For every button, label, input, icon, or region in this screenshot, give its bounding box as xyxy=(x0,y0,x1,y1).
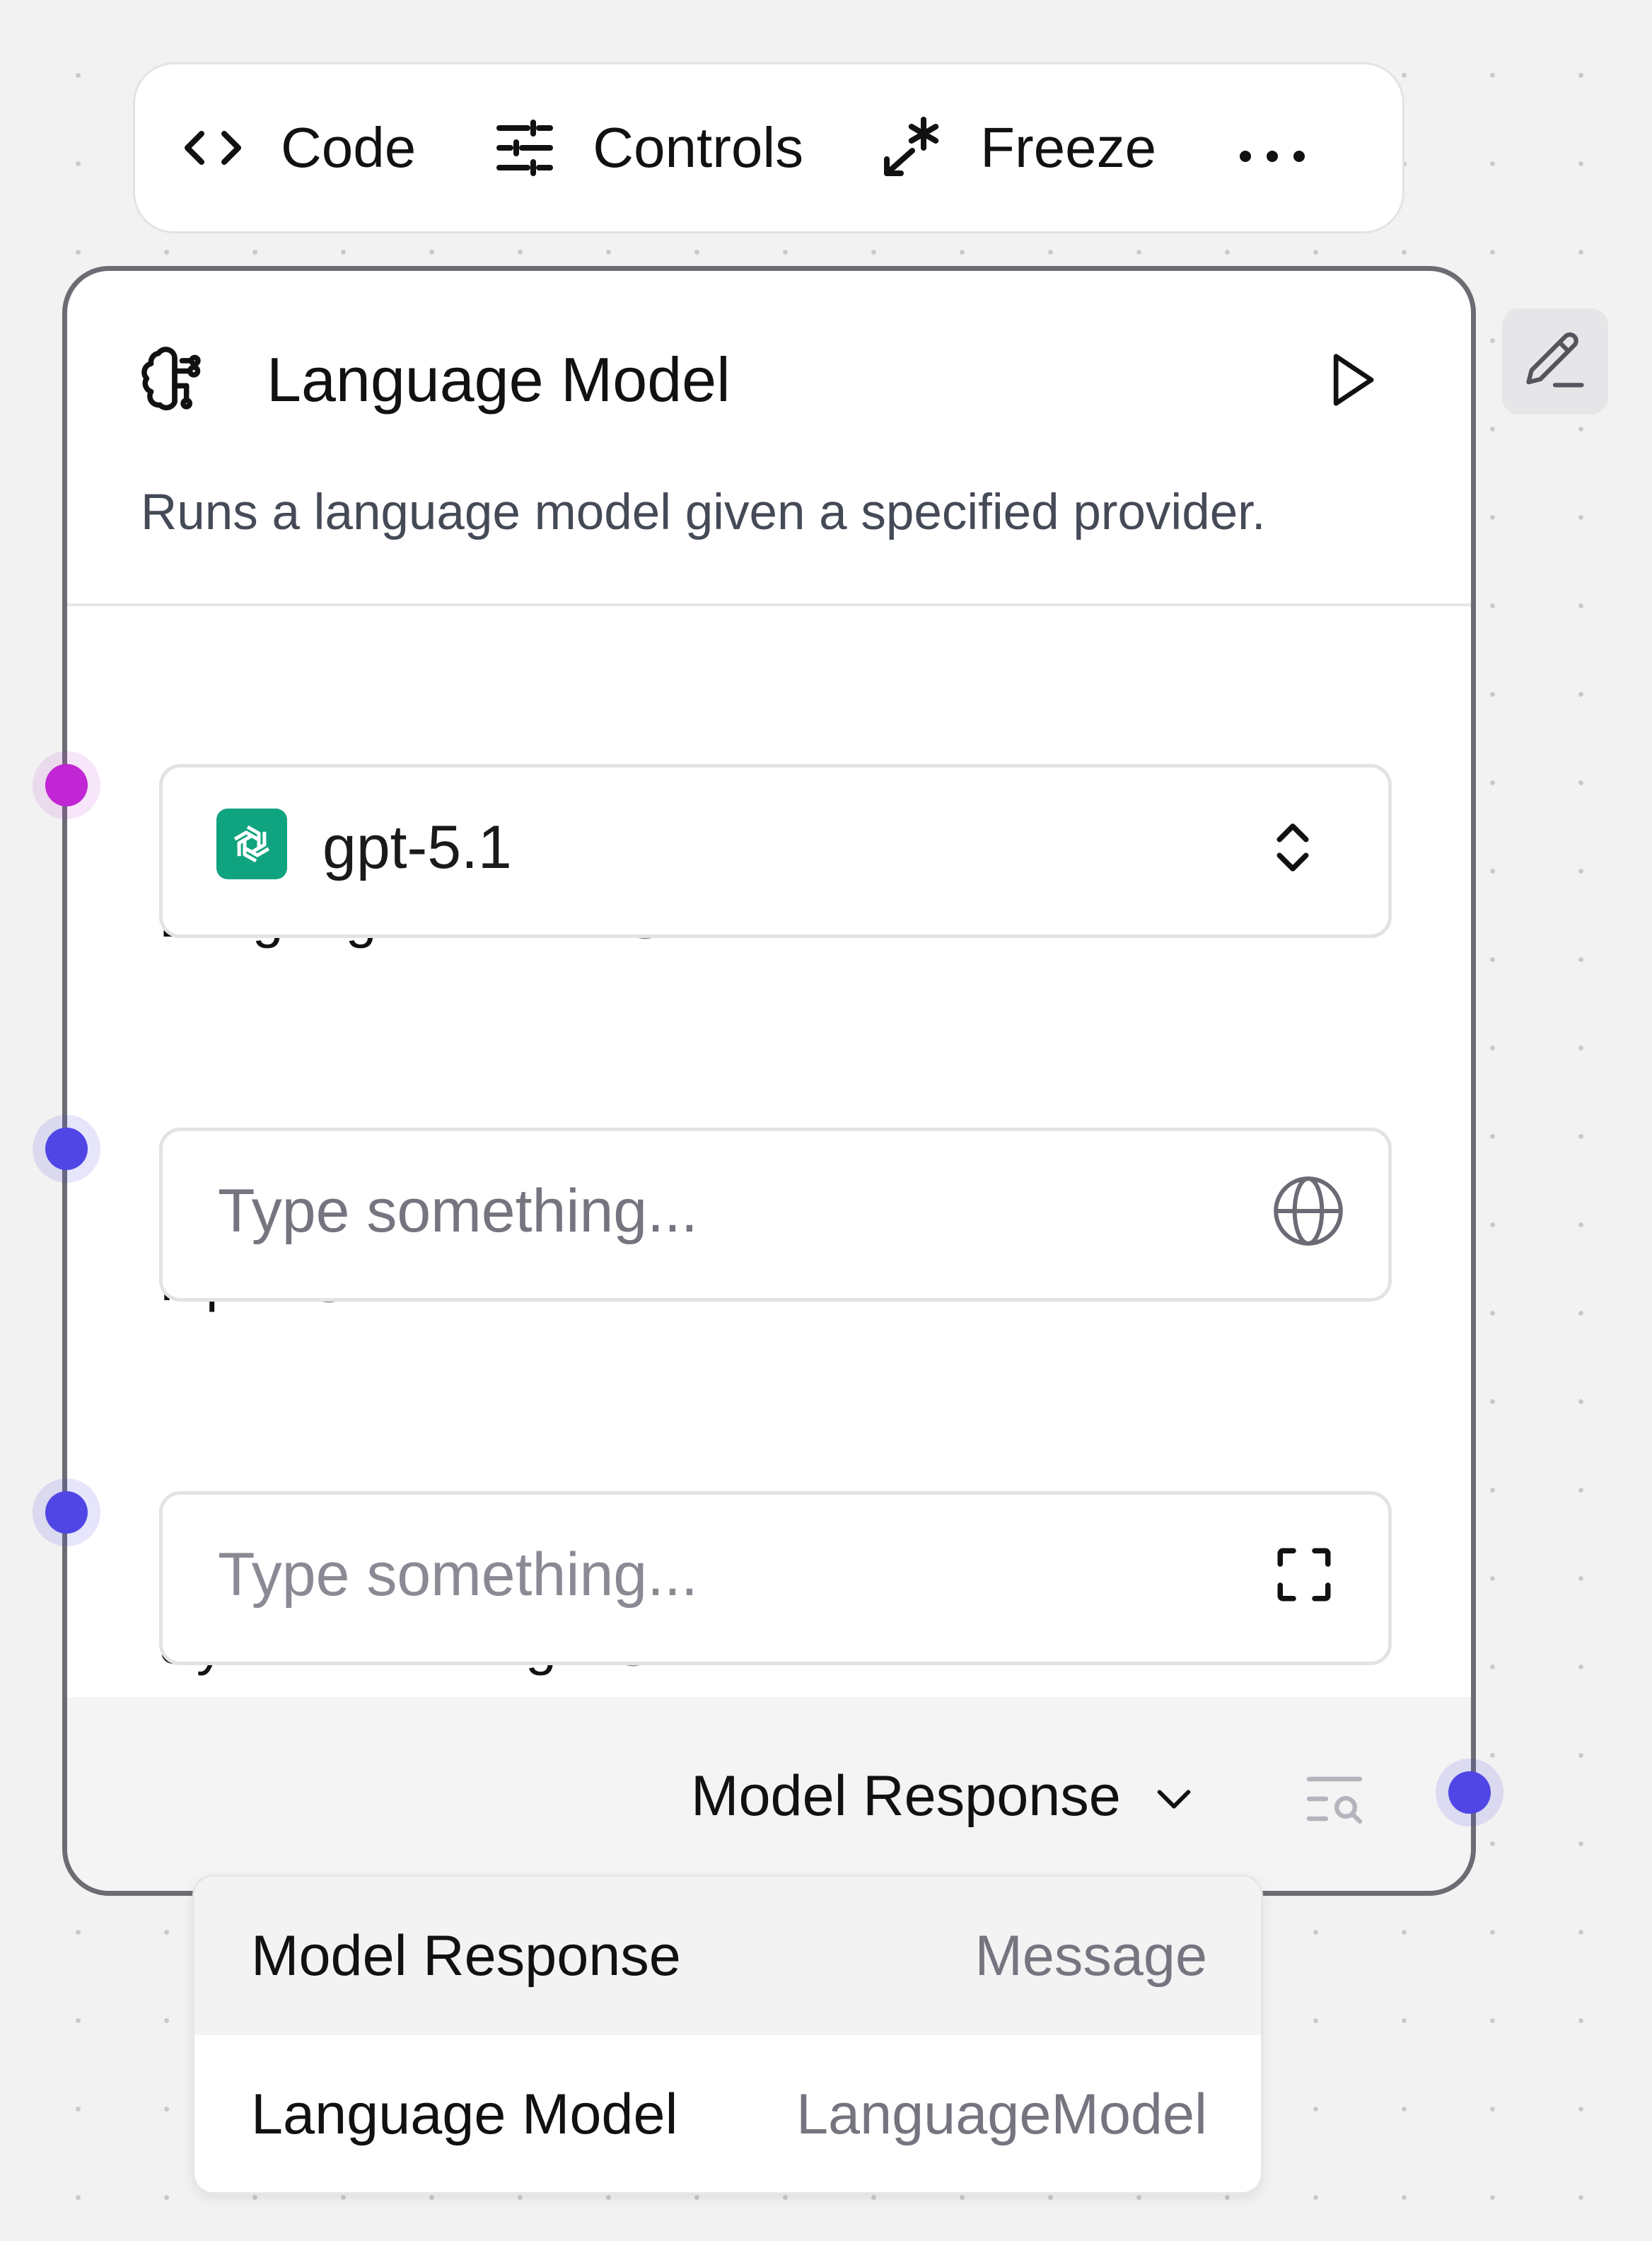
code-brackets-icon xyxy=(178,112,248,183)
output-dropdown-menu: Model Response Message Language Model La… xyxy=(192,1875,1263,2194)
language-model-select[interactable]: gpt-5.1 xyxy=(159,764,1392,938)
more-horizontal-icon xyxy=(1237,115,1308,180)
output-handle[interactable] xyxy=(1436,1759,1503,1826)
text-search-icon[interactable] xyxy=(1301,1765,1368,1833)
menu-item-model-response[interactable]: Model Response Message xyxy=(194,1877,1261,2035)
system-message-placeholder: Type something... xyxy=(218,1541,698,1609)
node-output-footer: Model Response xyxy=(67,1697,1471,1891)
node-title: Language Model xyxy=(267,344,731,415)
edit-button[interactable] xyxy=(1502,308,1608,415)
output-selected-label: Model Response xyxy=(691,1764,1121,1828)
language-model-value: gpt-5.1 xyxy=(322,813,512,881)
play-icon xyxy=(1333,354,1374,406)
handle-dot xyxy=(45,1128,88,1170)
language-model-input-handle[interactable] xyxy=(33,751,100,819)
handle-dot xyxy=(45,764,88,806)
chevron-down-icon xyxy=(1149,1771,1199,1821)
code-button[interactable]: Code xyxy=(178,105,416,190)
input-placeholder: Type something... xyxy=(218,1177,698,1245)
menu-item-type: Message xyxy=(975,1923,1207,1988)
node-toolbar: Code Controls Freeze xyxy=(133,62,1404,233)
run-button[interactable] xyxy=(1315,344,1386,415)
system-message-field[interactable]: Type something... xyxy=(159,1491,1392,1665)
snowflake-icon xyxy=(877,112,948,183)
chevrons-up-down-icon xyxy=(1261,816,1325,879)
more-options-button[interactable] xyxy=(1237,105,1308,190)
openai-icon xyxy=(216,809,287,879)
input-handle[interactable] xyxy=(33,1115,100,1183)
menu-item-type: LanguageModel xyxy=(796,2082,1207,2146)
node-description: Runs a language model given a specified … xyxy=(141,485,1266,540)
input-field[interactable]: Type something... xyxy=(159,1128,1392,1302)
brain-circuit-icon xyxy=(139,344,210,415)
system-message-handle[interactable] xyxy=(33,1478,100,1546)
freeze-button[interactable]: Freeze xyxy=(877,105,1156,190)
menu-item-label: Model Response xyxy=(251,1923,681,1988)
handle-dot xyxy=(1448,1771,1491,1814)
code-label: Code xyxy=(281,116,417,179)
expand-icon[interactable] xyxy=(1272,1543,1336,1606)
globe-icon[interactable] xyxy=(1269,1172,1347,1250)
language-model-node[interactable]: Language Model Runs a language model giv… xyxy=(62,266,1476,1896)
sliders-icon xyxy=(489,112,560,183)
controls-button[interactable]: Controls xyxy=(489,105,803,190)
output-selector[interactable]: Model Response xyxy=(691,1754,1199,1838)
handle-dot xyxy=(45,1491,88,1534)
menu-item-language-model[interactable]: Language Model LanguageModel xyxy=(194,2035,1261,2192)
freeze-label: Freeze xyxy=(980,116,1157,179)
menu-item-label: Language Model xyxy=(251,2082,678,2146)
pencil-icon xyxy=(1526,332,1584,388)
controls-label: Controls xyxy=(593,116,804,179)
node-header: Language Model Runs a language model giv… xyxy=(67,271,1471,606)
